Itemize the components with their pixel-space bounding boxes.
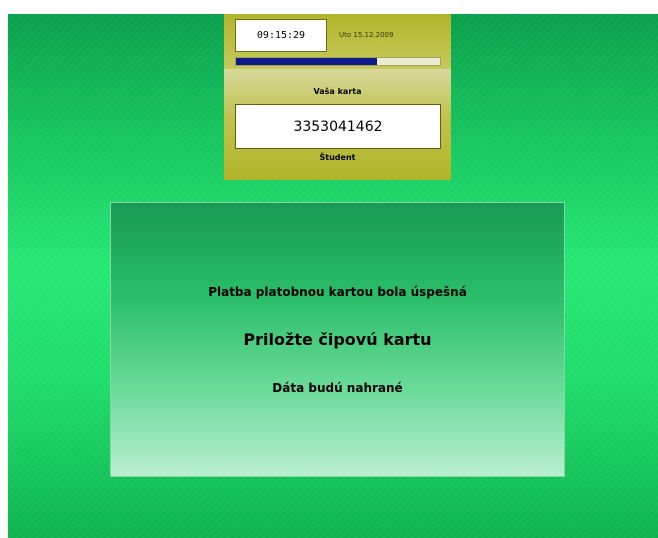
card-number-field: 3353041462 [235, 104, 441, 149]
clock-display: 09:15:29 [235, 19, 327, 52]
timeout-progress-bar [235, 57, 441, 66]
attach-card-instruction: Priložte čipovú kartu [243, 330, 432, 349]
message-panel: Platba platobnou kartou bola úspešná Pri… [110, 202, 565, 477]
timeout-progress-fill [236, 58, 377, 65]
payment-success-message: Platba platobnou kartou bola úspešná [208, 285, 467, 299]
card-type-label: Študent [319, 153, 356, 162]
card-info: Vaša karta 3353041462 Študent [224, 69, 451, 180]
data-upload-message: Dáta budú nahrané [272, 381, 403, 395]
header-panel: 09:15:29 Uto 15.12.2009 Vaša karta 33530… [224, 14, 451, 180]
card-label: Vaša karta [313, 87, 362, 96]
status-bar: 09:15:29 Uto 15.12.2009 [224, 14, 451, 69]
date-display: Uto 15.12.2009 [339, 31, 394, 39]
